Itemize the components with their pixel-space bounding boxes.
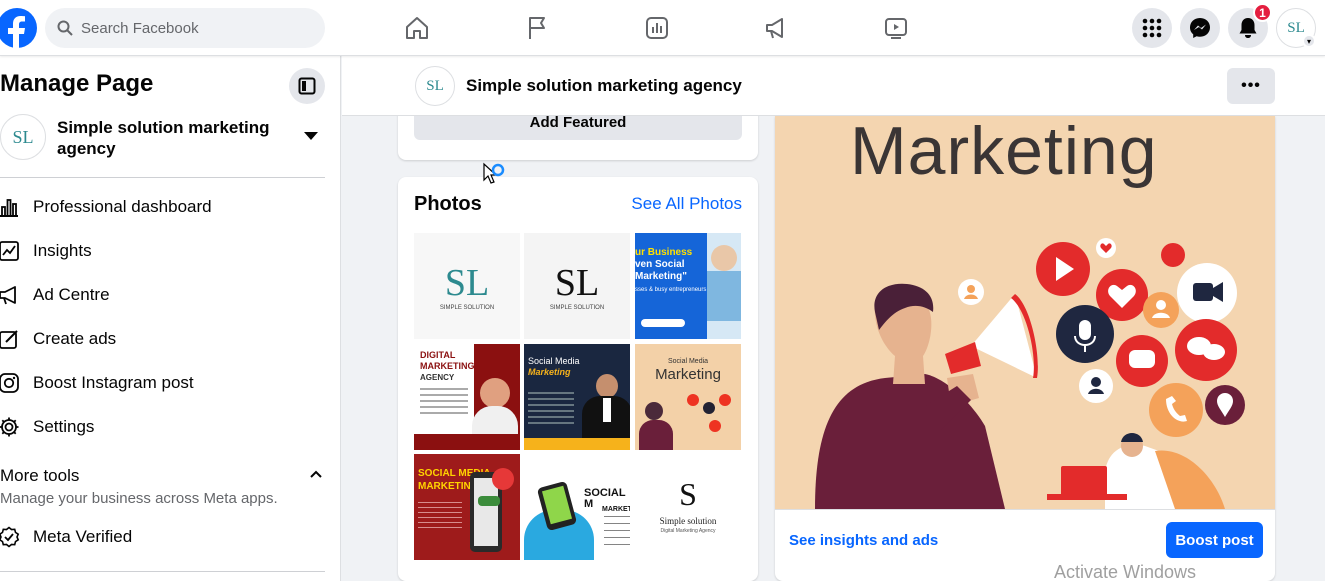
post-footer: See insights and ads Boost post: [775, 509, 1275, 569]
photo-thumbnail[interactable]: SOCIAL MEDIA MARKETING: [414, 454, 520, 560]
page-header: SL Simple solution marketing agency •••: [342, 56, 1325, 116]
sidebar-item-label: Create ads: [33, 329, 117, 348]
photo-text: sses & busy entrepreneurs: [635, 287, 707, 293]
photo-thumbnail[interactable]: SL SIMPLE SOLUTION: [524, 233, 630, 339]
photos-card: Photos See All Photos SL SIMPLE SOLUTION…: [398, 177, 758, 581]
verified-badge-icon: [0, 525, 21, 549]
photo-text: DIGITAL: [420, 350, 456, 360]
menu-grid-icon[interactable]: [1132, 8, 1172, 48]
facebook-logo-icon[interactable]: [0, 8, 37, 48]
search-icon: [57, 20, 73, 36]
sidebar-item-label: Ad Centre: [33, 285, 110, 304]
os-watermark: Activate Windows: [1054, 562, 1197, 581]
search-box[interactable]: [45, 8, 325, 48]
ads-manager-icon[interactable]: [641, 12, 673, 44]
photo-text: Simple solution: [659, 516, 717, 526]
photo-text: AGENCY: [420, 373, 455, 382]
home-icon[interactable]: [401, 12, 433, 44]
sidebar-item-label: Professional dashboard: [33, 197, 212, 216]
boost-post-button[interactable]: Boost post: [1166, 522, 1263, 558]
megaphone-icon: [0, 283, 21, 307]
insights-icon: [0, 239, 21, 263]
sidebar-item-label: Boost Instagram post: [33, 373, 194, 392]
photo-text: SL: [554, 262, 600, 304]
see-all-photos-link[interactable]: See All Photos: [631, 194, 742, 214]
photo-text: SL: [444, 262, 490, 304]
photo-text: SIMPLE SOLUTION: [549, 305, 605, 311]
photo-text: S: [679, 476, 697, 512]
photo-thumbnail[interactable]: DIGITAL MARKETING AGENCY: [414, 344, 520, 450]
photo-text: SIMPLE SOLUTION: [439, 305, 495, 311]
photo-text: Marketing: [528, 367, 571, 377]
divider: [0, 571, 325, 572]
page-name: Simple solution marketing agency: [57, 118, 270, 158]
pencil-icon: [0, 327, 21, 351]
search-input[interactable]: [81, 19, 301, 37]
more-tools-subtitle: Manage your business across Meta apps.: [0, 490, 278, 507]
photo-thumbnail[interactable]: Social Media Marketing: [524, 344, 630, 450]
video-icon[interactable]: [880, 12, 912, 44]
collapse-sidebar-icon[interactable]: [289, 68, 325, 104]
notification-count-badge: 1: [1253, 3, 1272, 22]
megaphone-icon[interactable]: [760, 12, 792, 44]
sidebar-item-label: Insights: [33, 241, 92, 260]
more-tools-title[interactable]: More tools: [0, 466, 79, 486]
photo-thumbnail[interactable]: S Simple solution Digital Marketing Agen…: [635, 454, 741, 560]
photo-text: ven Social: [635, 259, 685, 270]
mouse-pointer-icon: [483, 162, 505, 184]
photo-text: Marketing": [635, 271, 687, 282]
photo-thumbnail[interactable]: SOCIAL M MARKETI: [524, 454, 630, 560]
page-avatar: SL: [0, 114, 46, 160]
messenger-icon[interactable]: [1180, 8, 1220, 48]
dashboard-icon: [0, 195, 21, 219]
sidebar-item-meta-verified[interactable]: Meta Verified: [0, 517, 330, 557]
see-insights-link[interactable]: See insights and ads: [789, 532, 938, 549]
top-navigation-bar: 1 SL ▾: [0, 0, 1325, 56]
caret-down-icon[interactable]: [304, 132, 318, 140]
photo-text: Digital Marketing Agency: [660, 528, 716, 534]
photo-thumbnail[interactable]: SL SIMPLE SOLUTION: [414, 233, 520, 339]
sidebar-item-boost-instagram-post[interactable]: Boost Instagram post: [0, 363, 330, 403]
instagram-icon: [0, 371, 21, 395]
post-card: Marketing See insights and ads Boost pos…: [775, 116, 1275, 581]
sidebar-item-ad-centre[interactable]: Ad Centre: [0, 275, 330, 315]
sidebar-item-professional-dashboard[interactable]: Professional dashboard: [0, 187, 330, 227]
photo-text: Social Media: [528, 356, 580, 366]
manage-page-sidebar: Manage Page SL Simple solution marketing…: [0, 56, 341, 581]
sidebar-item-settings[interactable]: Settings: [0, 407, 330, 447]
chevron-up-icon[interactable]: [308, 466, 324, 482]
sidebar-item-label: Settings: [33, 417, 95, 436]
post-image[interactable]: Marketing: [775, 116, 1275, 509]
photos-title: Photos: [414, 193, 482, 215]
page-switcher[interactable]: SL Simple solution marketing agency: [0, 114, 330, 164]
flag-icon[interactable]: [521, 12, 553, 44]
gear-icon: [0, 415, 21, 439]
photo-thumbnail[interactable]: Social Media Marketing: [635, 344, 741, 450]
sidebar-item-insights[interactable]: Insights: [0, 231, 330, 271]
marketing-illustration: [815, 238, 1245, 509]
photo-thumbnail[interactable]: ur Business ven Social Marketing" sses &…: [635, 233, 741, 339]
photo-text: MARKETING: [420, 361, 475, 371]
photo-text: ur Business: [635, 247, 693, 258]
sidebar-title: Manage Page: [0, 70, 154, 97]
photo-text: MARKETI: [602, 506, 630, 513]
page-header-avatar[interactable]: SL: [415, 66, 455, 106]
photo-text: Social Media: [667, 358, 709, 365]
more-options-button[interactable]: •••: [1227, 68, 1275, 104]
chevron-down-icon[interactable]: ▾: [1302, 34, 1316, 48]
photo-text: Marketing: [655, 366, 721, 383]
sidebar-item-create-ads[interactable]: Create ads: [0, 319, 330, 359]
sidebar-item-label: Meta Verified: [33, 527, 133, 546]
divider: [0, 177, 325, 178]
page-header-name[interactable]: Simple solution marketing agency: [466, 76, 742, 96]
notifications-bell-icon[interactable]: 1: [1228, 3, 1272, 48]
